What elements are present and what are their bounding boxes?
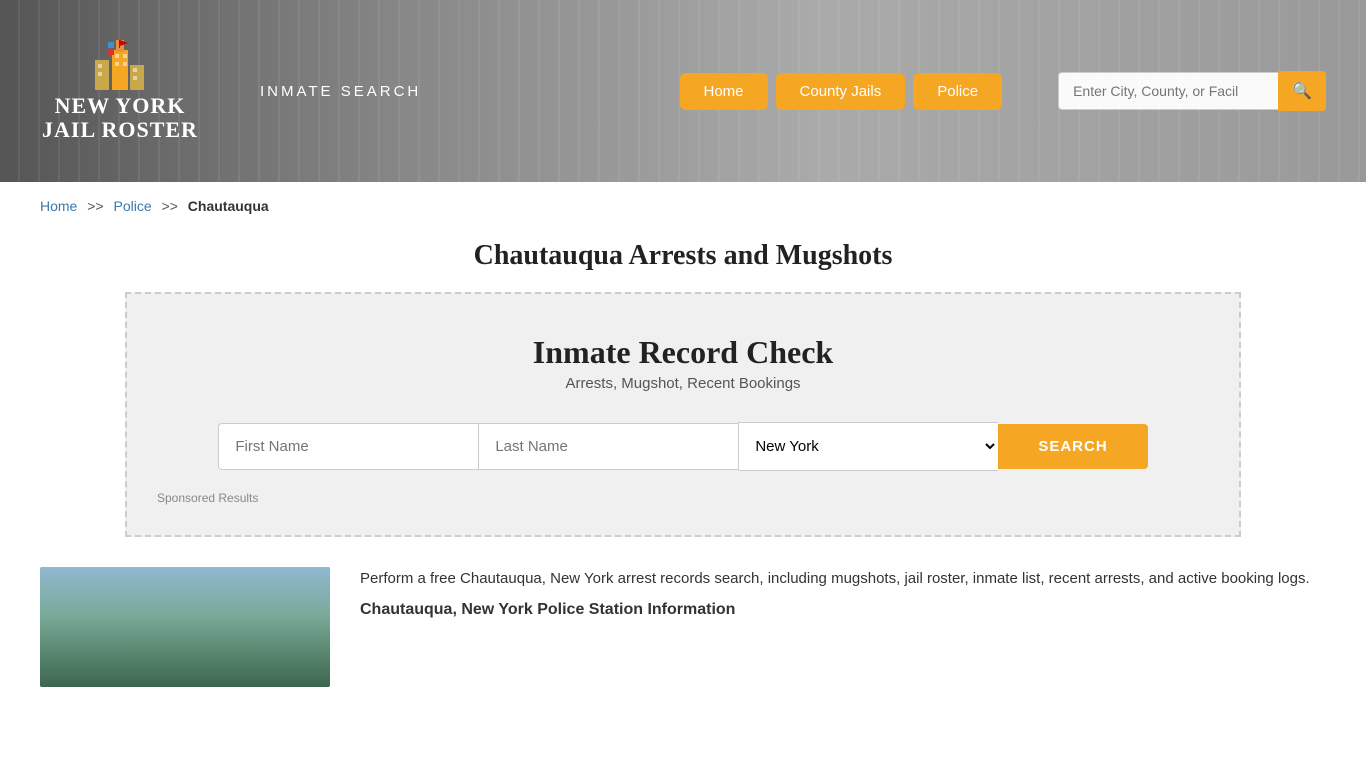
nav-buttons: Home County Jails Police — [680, 73, 1003, 110]
inmate-search-form: New York SEARCH — [157, 422, 1209, 471]
breadcrumb: Home >> Police >> Chautauqua — [0, 182, 1366, 230]
breadcrumb-sep2: >> — [162, 198, 178, 214]
breadcrumb-current: Chautauqua — [188, 198, 269, 214]
logo-icon — [90, 40, 150, 90]
header-search-button[interactable]: 🔍 — [1278, 71, 1326, 111]
bottom-text: Perform a free Chautauqua, New York arre… — [360, 567, 1326, 687]
nav-police[interactable]: Police — [913, 73, 1002, 110]
page-title-section: Chautauqua Arrests and Mugshots — [0, 230, 1366, 292]
logo[interactable]: NEW YORK JAIL ROSTER — [40, 40, 200, 142]
inmate-record-subtitle: Arrests, Mugshot, Recent Bookings — [157, 375, 1209, 392]
inmate-search-button[interactable]: SEARCH — [998, 424, 1147, 469]
inmate-record-title: Inmate Record Check — [157, 334, 1209, 371]
breadcrumb-police[interactable]: Police — [114, 198, 152, 214]
sponsored-label: Sponsored Results — [157, 491, 1209, 505]
inmate-search-label: INMATE SEARCH — [260, 83, 421, 100]
breadcrumb-home[interactable]: Home — [40, 198, 77, 214]
state-select[interactable]: New York — [738, 422, 998, 471]
page-title: Chautauqua Arrests and Mugshots — [40, 240, 1326, 272]
inmate-record-box: Inmate Record Check Arrests, Mugshot, Re… — [125, 292, 1241, 537]
logo-text: NEW YORK JAIL ROSTER — [42, 94, 198, 142]
breadcrumb-sep1: >> — [87, 198, 103, 214]
location-image — [40, 567, 330, 687]
bottom-content: Perform a free Chautauqua, New York arre… — [0, 547, 1366, 707]
first-name-input[interactable] — [218, 423, 478, 470]
nav-county-jails[interactable]: County Jails — [776, 73, 906, 110]
header-search-bar: 🔍 — [1058, 71, 1326, 111]
bottom-heading: Chautauqua, New York Police Station Info… — [360, 601, 1326, 619]
header-search-input[interactable] — [1058, 72, 1278, 110]
bottom-description: Perform a free Chautauqua, New York arre… — [360, 567, 1326, 591]
search-icon: 🔍 — [1292, 83, 1312, 100]
last-name-input[interactable] — [478, 423, 738, 470]
header: NEW YORK JAIL ROSTER INMATE SEARCH Home … — [0, 0, 1366, 182]
nav-home[interactable]: Home — [680, 73, 768, 110]
